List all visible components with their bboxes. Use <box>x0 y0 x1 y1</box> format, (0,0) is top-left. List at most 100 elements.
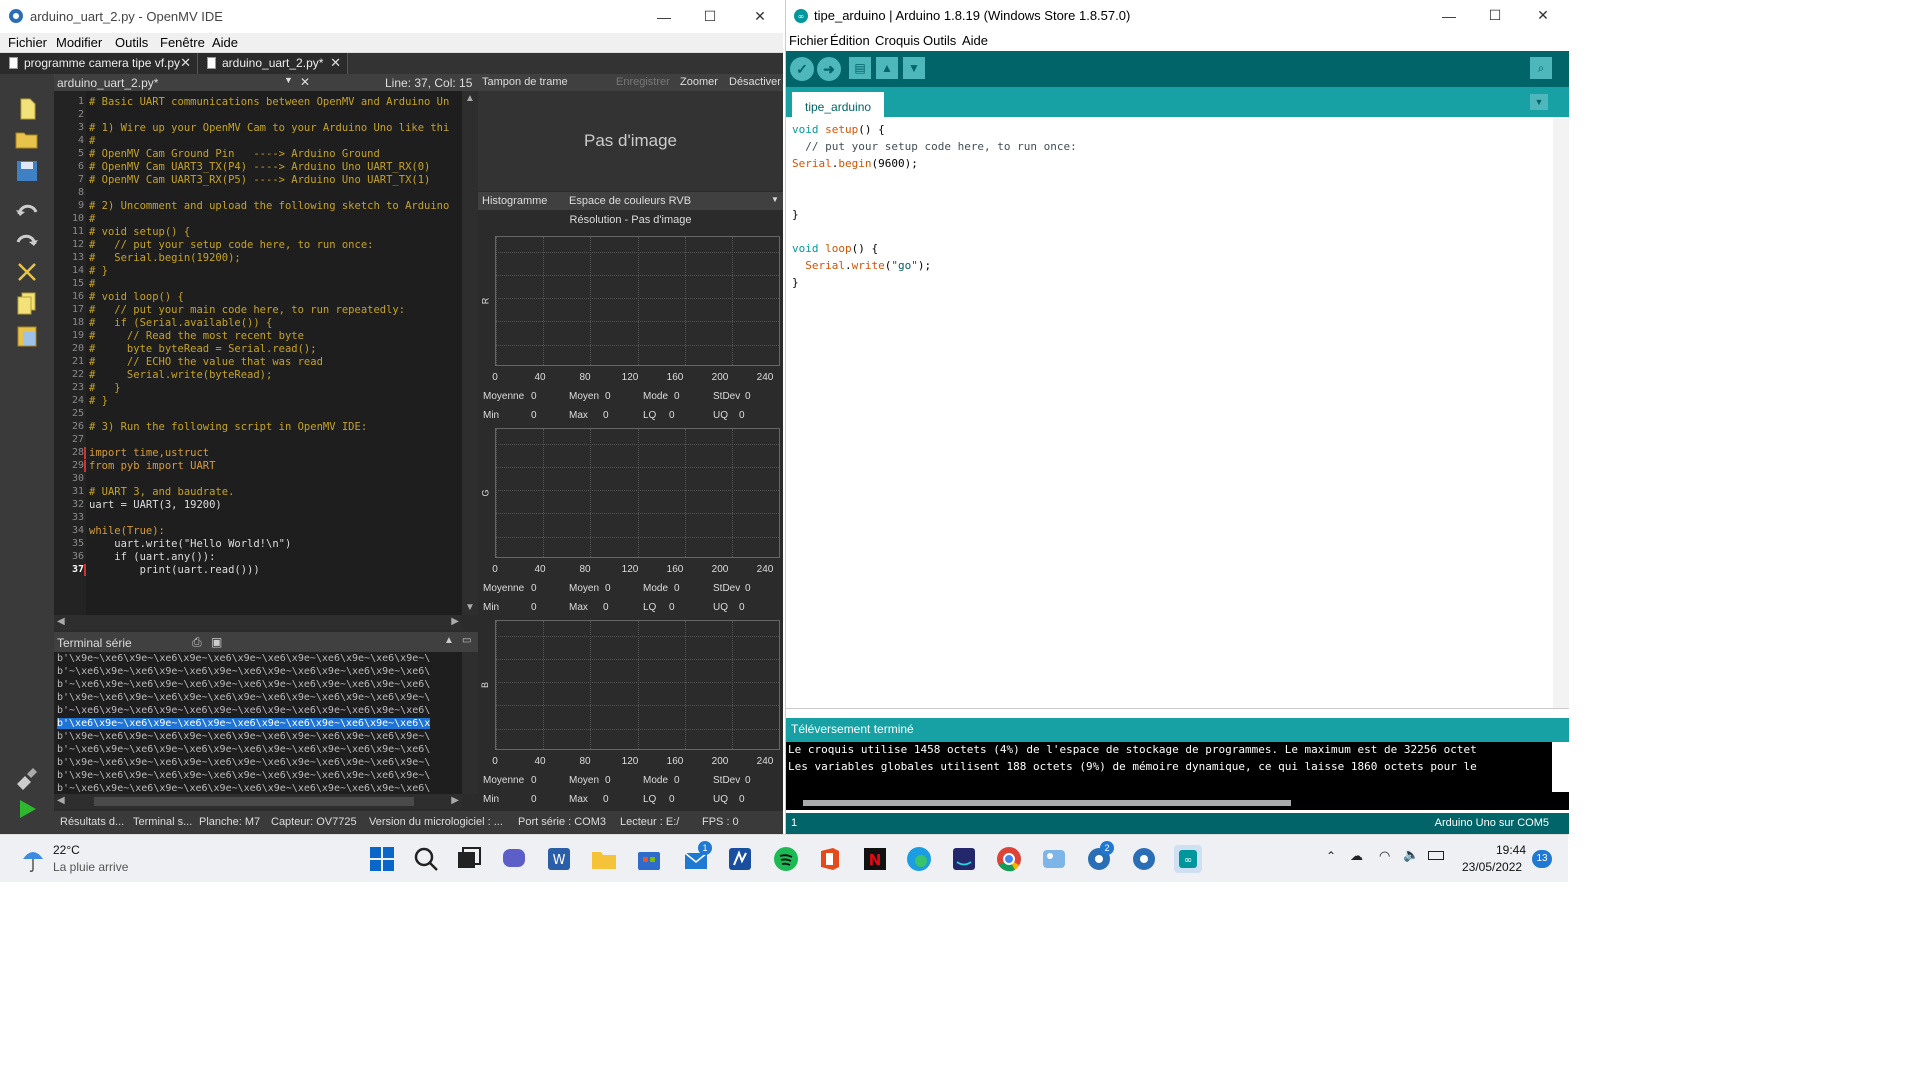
arduino-console[interactable]: Le croquis utilise 1458 octets (4%) de l… <box>786 742 1569 810</box>
new-sketch-button[interactable]: ▤ <box>849 57 871 79</box>
file-explorer-icon[interactable] <box>590 845 618 873</box>
amazon-music-icon[interactable] <box>950 845 978 873</box>
cut-icon[interactable] <box>13 260 41 286</box>
arduino-maximize-button[interactable]: ☐ <box>1472 0 1518 31</box>
serial-monitor-button[interactable]: ⌕ <box>1530 57 1552 79</box>
console-vertical-scrollbar[interactable] <box>1552 742 1569 792</box>
math-app-icon[interactable] <box>726 845 754 873</box>
openmv-close-button[interactable]: ✕ <box>737 0 783 33</box>
scroll-down-icon[interactable]: ▼ <box>465 602 475 613</box>
menu-edition[interactable]: Édition <box>830 33 870 48</box>
panel-divider[interactable] <box>786 708 1569 718</box>
chevron-down-icon[interactable]: ▼ <box>771 195 779 204</box>
scroll-left-icon[interactable]: ◀ <box>57 616 65 627</box>
scroll-right-icon[interactable]: ▶ <box>451 616 459 627</box>
terminal-horizontal-scrollbar[interactable]: ◀ ▶ <box>54 794 462 809</box>
arduino-close-button[interactable]: ✕ <box>1520 0 1566 31</box>
zoom-button[interactable]: Zoomer <box>680 76 718 88</box>
colorspace-select[interactable]: Espace de couleurs RVB <box>569 195 691 207</box>
menu-fichier[interactable]: Fichier <box>789 33 828 48</box>
save-log-icon[interactable]: ⎙ <box>192 635 202 650</box>
save-icon[interactable] <box>13 158 41 184</box>
battery-icon[interactable] <box>1428 851 1444 860</box>
arduino-minimize-button[interactable]: — <box>1426 0 1472 31</box>
clock-date[interactable]: 23/05/2022 <box>1462 860 1522 874</box>
office-icon[interactable] <box>816 845 844 873</box>
edge-icon[interactable] <box>905 845 933 873</box>
serial-terminal-output[interactable]: b'\x9e~\xe6\x9e~\xe6\x9e~\xe6\x9e~\xe6\x… <box>54 652 462 794</box>
verify-button[interactable]: ✓ <box>790 57 814 81</box>
arduino-task-icon[interactable]: ∞ <box>1174 845 1202 873</box>
tab-menu-icon[interactable]: ▼ <box>1530 94 1548 110</box>
menu-outils[interactable]: Outils <box>923 33 956 48</box>
tab-tipe-arduino[interactable]: tipe_arduino <box>792 92 884 117</box>
maximize-pane-icon[interactable]: ▭ <box>462 635 471 646</box>
undo-icon[interactable] <box>13 198 41 224</box>
scroll-up-icon[interactable]: ▲ <box>465 93 475 104</box>
copy-icon[interactable] <box>13 290 41 316</box>
menu-fichier[interactable]: Fichier <box>8 35 47 50</box>
clock-time[interactable]: 19:44 <box>1496 843 1526 857</box>
terminal-vertical-scrollbar[interactable] <box>462 652 478 794</box>
wifi-icon[interactable]: ◠ <box>1379 848 1390 864</box>
weather-temperature[interactable]: 22°C <box>53 843 80 857</box>
spotify-icon[interactable] <box>772 845 800 873</box>
close-tab-icon[interactable]: ✕ <box>330 55 341 71</box>
scroll-left-icon[interactable]: ◀ <box>57 795 65 806</box>
sketch-editor[interactable]: void setup() { // put your setup code he… <box>786 117 1569 708</box>
cloud-icon[interactable]: ☁ <box>1350 848 1363 864</box>
photos-icon[interactable] <box>1040 845 1068 873</box>
paste-icon[interactable] <box>13 322 41 348</box>
status-firmware[interactable]: Version du micrologiciel : ... <box>369 816 503 828</box>
rain-weather-icon[interactable] <box>20 845 46 873</box>
tab-arduino-uart[interactable]: arduino_uart_2.py* ✕ <box>198 53 348 74</box>
scroll-right-icon[interactable]: ▶ <box>451 795 459 806</box>
editor-horizontal-scrollbar[interactable]: ◀ ▶ <box>54 615 462 630</box>
status-terminal[interactable]: Terminal s... <box>133 816 192 828</box>
tab-programme-camera[interactable]: programme camera tipe vf.py ✕ <box>0 53 198 74</box>
connect-icon[interactable] <box>13 764 41 790</box>
disk-icon[interactable]: ▣ <box>211 635 222 649</box>
openmv-maximize-button[interactable]: ☐ <box>687 0 733 33</box>
editor-vertical-scrollbar[interactable]: ▲ ▼ <box>462 91 478 615</box>
weather-forecast[interactable]: La pluie arrive <box>53 860 128 874</box>
record-button[interactable]: Enregistrer <box>616 76 670 88</box>
openmv-minimize-button[interactable]: — <box>641 0 687 33</box>
menu-fenetre[interactable]: Fenêtre <box>160 35 205 50</box>
menu-croquis[interactable]: Croquis <box>875 33 920 48</box>
store-icon[interactable] <box>635 845 663 873</box>
menu-aide[interactable]: Aide <box>212 35 238 50</box>
task-view-icon[interactable] <box>455 845 483 873</box>
console-scroll-thumb[interactable] <box>803 800 1291 806</box>
run-icon[interactable] <box>13 796 41 822</box>
word-icon[interactable]: W <box>545 845 573 873</box>
open-folder-icon[interactable] <box>13 126 41 152</box>
windows-start-icon[interactable] <box>368 845 396 873</box>
close-tab-icon[interactable]: ✕ <box>180 55 191 71</box>
close-editor-icon[interactable]: ✕ <box>300 75 310 89</box>
code-editor[interactable]: 1 2 3 4 5 6 7 8 9 10 11 12 13 14 15 16 17 18 19 20 21 22 23 24 2… <box>54 91 478 615</box>
netflix-icon[interactable]: N <box>861 845 889 873</box>
search-icon[interactable] <box>412 845 440 873</box>
menu-outils[interactable]: Outils <box>115 35 148 50</box>
openmv-second-icon[interactable] <box>1130 845 1158 873</box>
new-file-icon[interactable] <box>13 96 41 122</box>
upload-button[interactable]: ➜ <box>817 57 841 81</box>
menu-aide[interactable]: Aide <box>962 33 988 48</box>
disable-button[interactable]: Désactiver <box>729 76 781 88</box>
redo-icon[interactable] <box>13 228 41 254</box>
status-results[interactable]: Résultats d... <box>60 816 124 828</box>
menu-modifier[interactable]: Modifier <box>56 35 102 50</box>
volume-icon[interactable]: 🔈 <box>1403 847 1419 863</box>
chevron-down-icon[interactable]: ▼ <box>284 75 293 85</box>
editor-file-select[interactable]: arduino_uart_2.py* <box>57 76 158 90</box>
teams-chat-icon[interactable] <box>500 845 528 873</box>
chevron-up-icon[interactable]: ⌃ <box>1326 849 1336 863</box>
scroll-thumb[interactable] <box>94 797 414 806</box>
save-sketch-button[interactable]: ▼ <box>903 57 925 79</box>
notification-count-badge[interactable]: 13 <box>1532 850 1552 868</box>
open-sketch-button[interactable]: ▲ <box>876 57 898 79</box>
chrome-icon[interactable] <box>995 845 1023 873</box>
collapse-icon[interactable]: ▲ <box>444 635 454 646</box>
editor-scrollbar[interactable] <box>1553 117 1569 708</box>
